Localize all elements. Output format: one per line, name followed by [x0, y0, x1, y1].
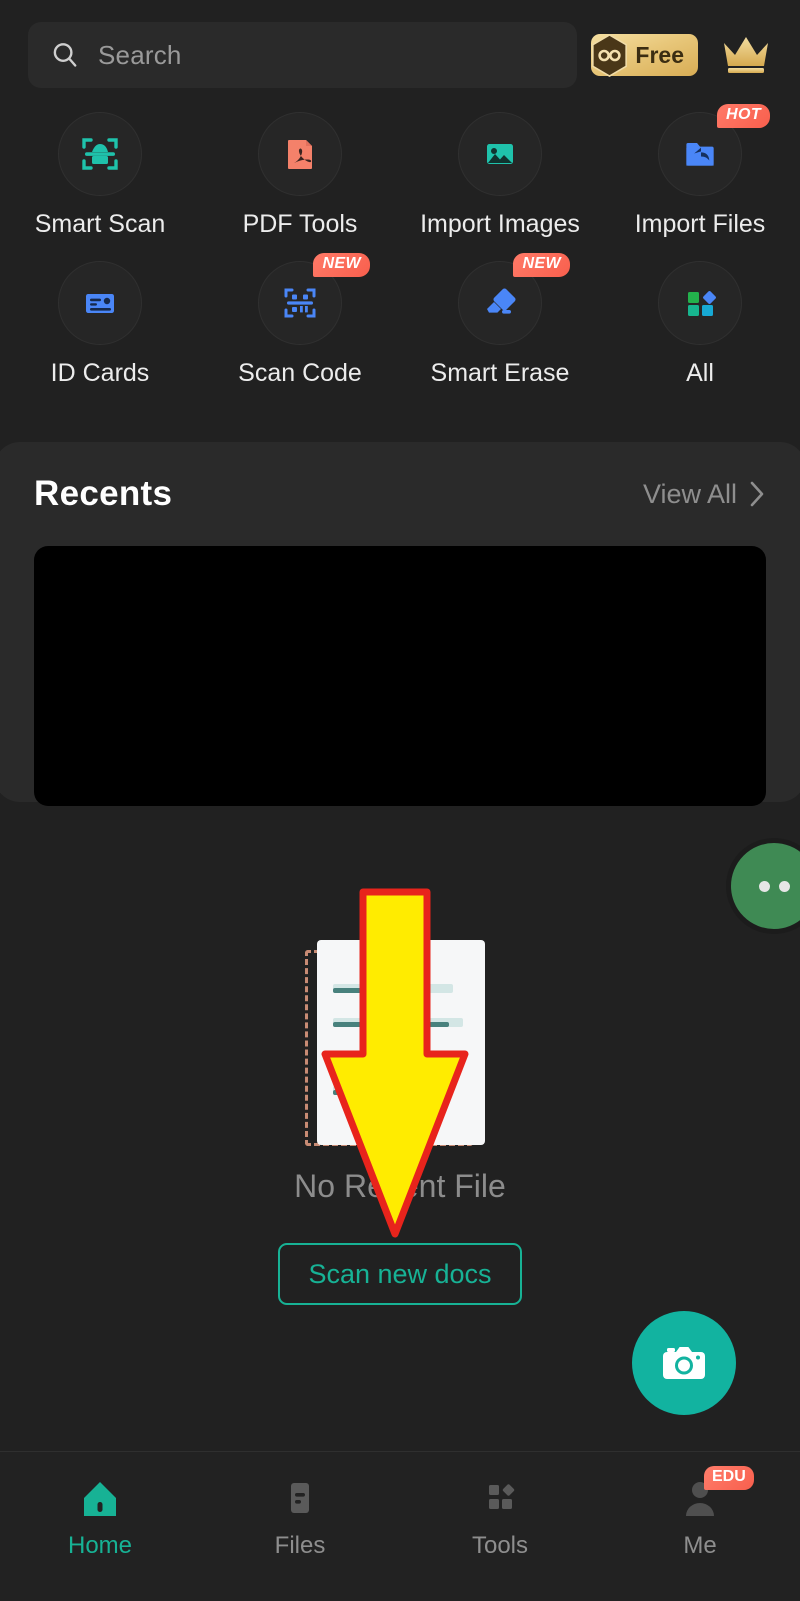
tool-icon-circle: [458, 112, 542, 196]
recents-thumbnail[interactable]: [34, 546, 766, 806]
nav-label: Me: [683, 1532, 717, 1559]
search-input[interactable]: Search: [28, 22, 578, 88]
recents-header: Recents View All: [0, 442, 800, 546]
camera-icon: [663, 1347, 705, 1379]
tool-label: Smart Scan: [34, 210, 166, 238]
free-badge-label: Free: [635, 41, 684, 68]
app-root: Search Free Smart Scan PDF Tools Import …: [0, 0, 800, 1601]
tool-label: Import Files: [634, 210, 766, 238]
home-icon: [84, 1482, 116, 1516]
tool-id-cards[interactable]: ID Cards: [0, 261, 200, 388]
nav-item-me[interactable]: EDU Me: [600, 1466, 800, 1560]
tool-label: ID Cards: [50, 359, 150, 387]
search-icon: [53, 43, 77, 67]
id-card-icon: [86, 294, 114, 313]
camera-fab-button[interactable]: [632, 1311, 736, 1415]
bottom-navigation: Home Files Tools EDU Me: [0, 1451, 800, 1601]
nav-item-home[interactable]: Home: [0, 1476, 200, 1560]
tool-scan-code[interactable]: NEW Scan Code: [200, 253, 400, 388]
qr-scan-icon: [284, 288, 316, 318]
tools-icon: [489, 1484, 515, 1509]
tool-label: Import Images: [420, 210, 580, 238]
view-all-label: View All: [642, 478, 737, 509]
empty-state-message: No Recent File: [294, 1168, 506, 1204]
top-header: Search Free: [0, 0, 800, 110]
tool-label: PDF Tools: [242, 210, 358, 238]
tool-all[interactable]: All: [600, 261, 800, 388]
tool-icon-circle: [58, 261, 142, 345]
recents-title: Recents: [34, 474, 173, 513]
nav-badge: EDU: [704, 1466, 754, 1490]
empty-document-icon: [305, 940, 495, 1150]
document-page: [317, 940, 485, 1145]
empty-state: No Recent File Scan new docs: [0, 940, 800, 1305]
chevron-right-icon: [750, 481, 764, 507]
tool-label: All: [686, 359, 714, 387]
nav-label: Files: [274, 1532, 326, 1559]
free-plan-badge[interactable]: Free: [591, 34, 698, 77]
nav-label: Home: [67, 1532, 133, 1559]
view-all-button[interactable]: View All: [643, 479, 766, 510]
tool-smart-scan[interactable]: Smart Scan: [0, 112, 200, 239]
tool-icon-circle: [258, 112, 342, 196]
smart-scan-icon: [82, 138, 118, 170]
tool-import-images[interactable]: Import Images: [400, 112, 600, 239]
more-options-fab[interactable]: [726, 838, 800, 934]
tool-icon-circle: [58, 112, 142, 196]
tool-import-files[interactable]: HOT Import Files: [600, 104, 800, 239]
tool-badge: HOT: [717, 104, 770, 128]
tool-badge: NEW: [313, 253, 370, 277]
nav-item-tools[interactable]: Tools: [400, 1476, 600, 1560]
tool-grid: Smart Scan PDF Tools Import Images HOT I…: [0, 104, 800, 388]
nav-label: Tools: [471, 1532, 529, 1559]
nav-item-files[interactable]: Files: [200, 1476, 400, 1560]
infinity-hex-icon: [592, 34, 628, 77]
tool-pdf-tools[interactable]: PDF Tools: [200, 112, 400, 239]
tool-icon-circle: [658, 261, 742, 345]
tool-smart-erase[interactable]: NEW Smart Erase: [400, 253, 600, 388]
tool-label: Scan Code: [238, 359, 362, 387]
tool-badge: NEW: [513, 253, 570, 277]
search-placeholder-text: Search: [98, 39, 182, 70]
folder-import-icon: [686, 143, 714, 166]
more-dots-icon: [778, 880, 790, 892]
image-icon: [487, 144, 513, 164]
files-icon: [291, 1483, 309, 1513]
more-dots-icon: [758, 880, 770, 892]
pdf-file-icon: [288, 140, 312, 169]
eraser-icon: [487, 288, 516, 314]
grid-squares-icon: [688, 291, 716, 316]
recents-card: Recents View All: [0, 442, 800, 806]
scan-new-docs-button[interactable]: Scan new docs: [278, 1243, 522, 1305]
crown-icon[interactable]: [720, 33, 772, 77]
tool-label: Smart Erase: [430, 359, 570, 387]
